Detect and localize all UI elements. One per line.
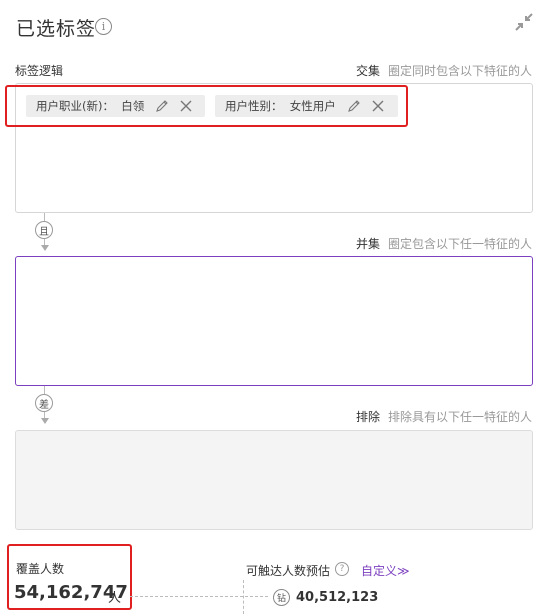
collapse-icon[interactable]	[512, 10, 536, 34]
diamond-icon: 钻	[273, 589, 290, 606]
exclude-desc: 排除具有以下任一特征的人	[388, 410, 533, 424]
exclude-mode-label: 排除	[356, 410, 381, 424]
reach-value: 40,512,123	[296, 590, 379, 605]
dashed-connector	[243, 580, 244, 614]
union-mode-label: 并集	[356, 237, 381, 251]
arrow-down-icon	[41, 245, 49, 251]
coverage-unit: 人	[108, 591, 122, 606]
info-icon[interactable]: i	[95, 18, 112, 35]
union-box[interactable]	[15, 256, 533, 386]
diff-connector[interactable]: 差	[35, 394, 53, 412]
tag-logic-label: 标签逻辑	[15, 64, 64, 78]
arrow-down-icon	[41, 418, 49, 424]
custom-link[interactable]: 自定义≫	[361, 562, 410, 579]
exclude-box[interactable]	[15, 430, 533, 530]
coverage-label: 覆盖人数	[16, 562, 65, 576]
panel-title: 已选标签	[16, 18, 97, 40]
intersection-desc: 圈定同时包含以下特征的人	[388, 64, 533, 78]
union-desc: 圈定包含以下任一特征的人	[388, 237, 533, 251]
tags-highlight	[5, 85, 408, 127]
dashed-connector	[130, 596, 268, 597]
help-icon[interactable]: ?	[335, 562, 349, 576]
reach-label: 可触达人数预估	[246, 564, 331, 578]
and-connector[interactable]: 且	[35, 221, 53, 239]
intersection-mode-label: 交集	[356, 64, 381, 78]
